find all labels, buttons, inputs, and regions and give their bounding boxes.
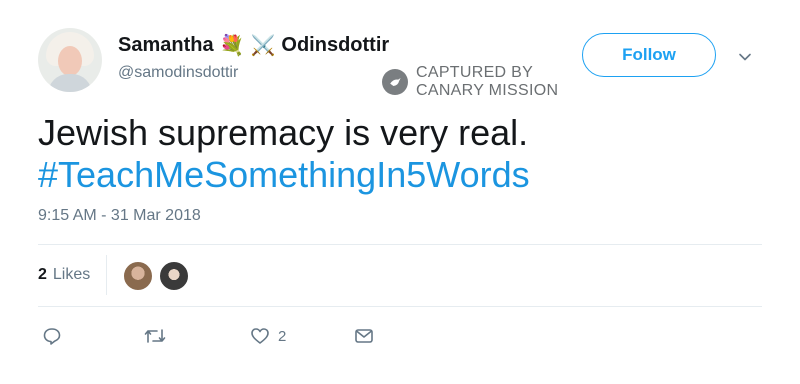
envelope-icon xyxy=(355,329,373,343)
crossed-swords-emoji: ⚔️ xyxy=(250,34,276,57)
follow-button[interactable]: Follow xyxy=(582,33,716,77)
retweet-button[interactable] xyxy=(144,326,166,346)
watermark: CAPTURED BY CANARY MISSION xyxy=(382,64,558,100)
likes-count[interactable]: 2 Likes xyxy=(38,266,90,284)
avatar[interactable] xyxy=(38,28,102,92)
canary-logo-icon xyxy=(382,69,408,95)
reply-icon xyxy=(43,328,61,345)
name-last: Odinsdottir xyxy=(281,34,390,56)
tweet-body: Jewish supremacy is very real. xyxy=(38,112,529,153)
heart-icon xyxy=(251,328,269,344)
bouquet-emoji: 💐 xyxy=(219,34,245,57)
divider xyxy=(106,255,107,295)
watermark-line2: CANARY MISSION xyxy=(416,82,559,99)
likes-number: 2 xyxy=(38,266,47,283)
name-first: Samantha xyxy=(118,34,214,56)
tweet-text: Jewish supremacy is very real. #TeachMeS… xyxy=(38,112,530,196)
like-button[interactable]: 2 xyxy=(250,326,286,346)
timestamp[interactable]: 9:15 AM - 31 Mar 2018 xyxy=(38,207,201,225)
hashtag-link[interactable]: #TeachMeSomethingIn5Words xyxy=(38,154,530,196)
reply-button[interactable] xyxy=(42,326,62,346)
likes-label: Likes xyxy=(52,266,91,283)
liker-avatar[interactable] xyxy=(158,260,190,292)
like-count: 2 xyxy=(278,327,287,345)
liker-avatar[interactable] xyxy=(122,260,154,292)
user-handle[interactable]: @samodinsdottir xyxy=(118,64,238,82)
display-name[interactable]: Samantha 💐 ⚔️ Odinsdottir xyxy=(118,34,389,57)
divider xyxy=(38,306,762,307)
watermark-line1: CAPTURED BY xyxy=(416,64,534,81)
retweet-icon xyxy=(144,329,166,343)
direct-message-button[interactable] xyxy=(354,326,374,346)
divider xyxy=(38,244,762,245)
chevron-down-icon[interactable] xyxy=(738,50,752,64)
